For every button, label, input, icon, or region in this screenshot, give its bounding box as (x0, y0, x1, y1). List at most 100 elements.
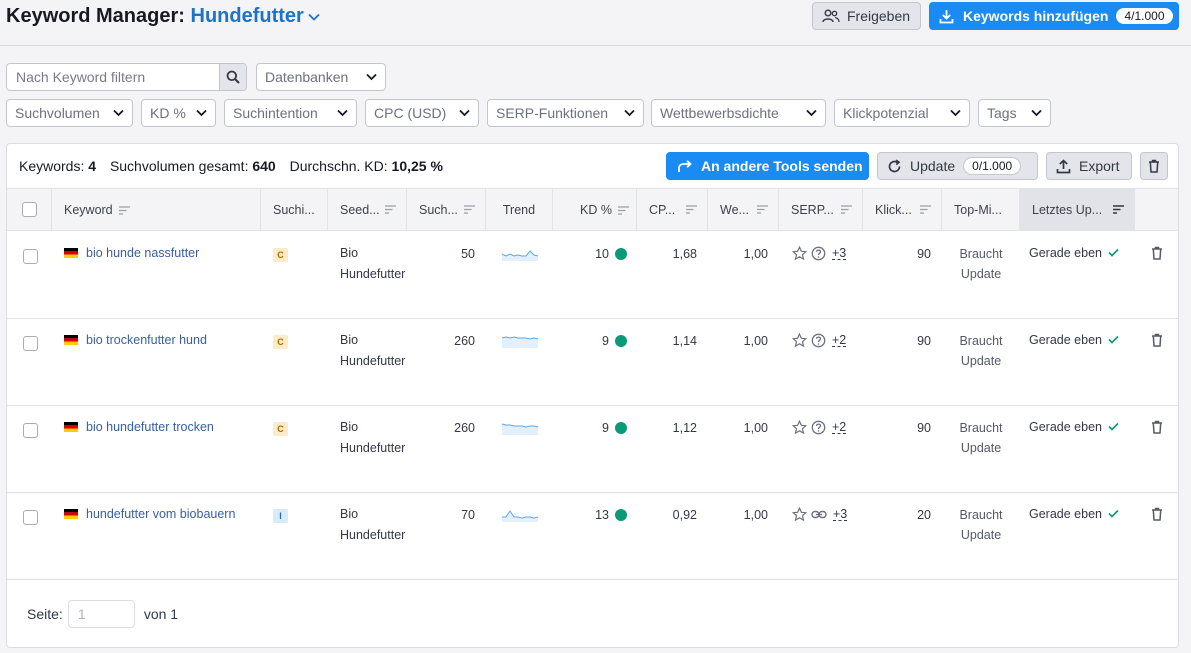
top-mismatch-cell: Braucht Update (942, 244, 1020, 284)
search-button[interactable] (219, 64, 246, 90)
filter-serp-features[interactable]: SERP-Funktionen (487, 99, 644, 127)
chevron-down-icon[interactable] (308, 13, 320, 21)
select-all-checkbox[interactable] (22, 202, 37, 217)
row-checkbox[interactable] (23, 336, 38, 351)
serp-more-link[interactable]: +3 (832, 247, 847, 260)
volume-cell: 50 (461, 247, 475, 261)
update-button[interactable]: Update 0/1.000 (877, 152, 1038, 180)
table-row: bio hunde nassfutter C Bio Hundefutter 5… (7, 232, 1178, 319)
trash-icon[interactable] (1151, 246, 1163, 260)
export-button[interactable]: Export (1046, 152, 1132, 180)
title-prefix: Keyword Manager: (6, 5, 185, 27)
row-checkbox[interactable] (23, 510, 38, 525)
column-cpc[interactable]: CP... (637, 189, 708, 231)
question-icon[interactable] (811, 246, 826, 261)
table-row: bio trockenfutter hund C Bio Hundefutter… (7, 319, 1178, 406)
check-icon (1108, 335, 1119, 344)
column-top-mismatch[interactable]: Top-Mi... (942, 189, 1020, 231)
question-icon[interactable] (811, 420, 826, 435)
column-search-volume[interactable]: Such... (407, 189, 486, 231)
keyword-link[interactable]: bio hunde nassfutter (86, 246, 199, 260)
keyword-cell: hundefutter vom biobauern (64, 507, 235, 521)
databases-dropdown[interactable]: Datenbanken (256, 63, 386, 91)
filter-search-volume[interactable]: Suchvolumen (6, 99, 133, 127)
column-kd[interactable]: KD % (553, 189, 637, 231)
keyword-link[interactable]: bio trockenfutter hund (86, 333, 207, 347)
filter-label: Tags (987, 105, 1017, 121)
german-flag-icon (64, 509, 78, 519)
column-trend: Trend (486, 189, 553, 231)
databases-label: Datenbanken (265, 69, 349, 85)
send-to-tools-button[interactable]: An andere Tools senden (666, 152, 869, 180)
filter-label: KD % (150, 105, 186, 121)
serp-more-link[interactable]: +3 (833, 508, 848, 521)
star-icon[interactable] (792, 333, 807, 348)
project-name[interactable]: Hundefutter (191, 5, 304, 27)
share-button[interactable]: Freigeben (812, 2, 921, 30)
serp-features-cell: +2 (792, 420, 847, 435)
column-search-intent[interactable]: Suchi... (261, 189, 328, 231)
delete-selected-button[interactable] (1140, 152, 1168, 180)
column-label: Seed... (340, 203, 380, 217)
filter-tags[interactable]: Tags (978, 99, 1051, 127)
trash-icon[interactable] (1151, 333, 1163, 347)
trash-icon[interactable] (1151, 420, 1163, 434)
filter-competitive-density[interactable]: Wettbewerbsdichte (651, 99, 826, 127)
intent-badge: C (273, 335, 288, 349)
filter-label: Suchvolumen (15, 105, 100, 121)
trend-sparkline (501, 423, 539, 435)
status-line-2: Update (960, 441, 1002, 455)
page-input[interactable]: 1 (67, 600, 135, 628)
serp-more-link[interactable]: +2 (832, 334, 847, 347)
filter-click-potential[interactable]: Klickpotenzial (834, 99, 970, 127)
column-seed[interactable]: Seed... (328, 189, 407, 231)
star-icon[interactable] (792, 507, 807, 522)
serp-more-link[interactable]: +2 (832, 421, 847, 434)
seed-cell: Bio Hundefutter (340, 507, 406, 542)
column-last-update[interactable]: Letztes Up... (1020, 189, 1135, 231)
last-update-value: Gerade eben (1029, 507, 1102, 521)
question-icon[interactable] (811, 333, 826, 348)
last-update-cell: Gerade eben (1029, 246, 1119, 260)
filter-kd[interactable]: KD % (141, 99, 216, 127)
column-keyword[interactable]: Keyword (52, 189, 261, 231)
filter-search-intent[interactable]: Suchintention (224, 99, 357, 127)
pagination: Seite: 1 von 1 (27, 600, 178, 628)
keyword-link[interactable]: hundefutter vom biobauern (86, 507, 235, 521)
header-select-all (7, 189, 52, 231)
last-update-cell: Gerade eben (1029, 333, 1119, 347)
add-keywords-button[interactable]: Keywords hinzufügen 4/1.000 (929, 2, 1179, 30)
refresh-icon (888, 158, 901, 172)
keyword-cell: bio hundefutter trocken (64, 420, 214, 434)
row-checkbox[interactable] (23, 423, 38, 438)
project-selector[interactable]: Hundefutter (191, 5, 320, 27)
filter-cpc[interactable]: CPC (USD) (365, 99, 479, 127)
page-label: Seite: (27, 606, 63, 622)
click-potential-cell: 20 (917, 508, 931, 522)
status-line-1: Braucht (959, 421, 1003, 435)
intent-badge: I (273, 509, 288, 523)
link-icon[interactable] (811, 507, 827, 522)
competition-cell: 1,00 (743, 247, 768, 261)
seed-cell: Bio Hundefutter (340, 420, 406, 455)
kd-indicator (615, 335, 627, 347)
column-serp-features[interactable]: SERP... (779, 189, 863, 231)
cpc-cell: 0,92 (672, 508, 697, 522)
download-icon (939, 9, 954, 23)
column-click-potential[interactable]: Klick... (863, 189, 942, 231)
column-competition[interactable]: We... (708, 189, 779, 231)
trend-sparkline (501, 250, 539, 261)
row-checkbox[interactable] (23, 249, 38, 264)
cpc-cell: 1,12 (672, 421, 697, 435)
column-label: We... (720, 203, 749, 217)
keyword-link[interactable]: bio hundefutter trocken (86, 420, 214, 434)
star-icon[interactable] (792, 246, 807, 261)
trash-icon (1149, 159, 1159, 173)
trash-icon[interactable] (1151, 507, 1163, 521)
keyword-filter-input[interactable] (7, 64, 219, 90)
star-icon[interactable] (792, 420, 807, 435)
sort-icon (118, 205, 130, 215)
kd-cell: 9 (553, 421, 627, 435)
add-keywords-label: Keywords hinzufügen (963, 8, 1109, 24)
column-label: Trend (502, 203, 536, 217)
